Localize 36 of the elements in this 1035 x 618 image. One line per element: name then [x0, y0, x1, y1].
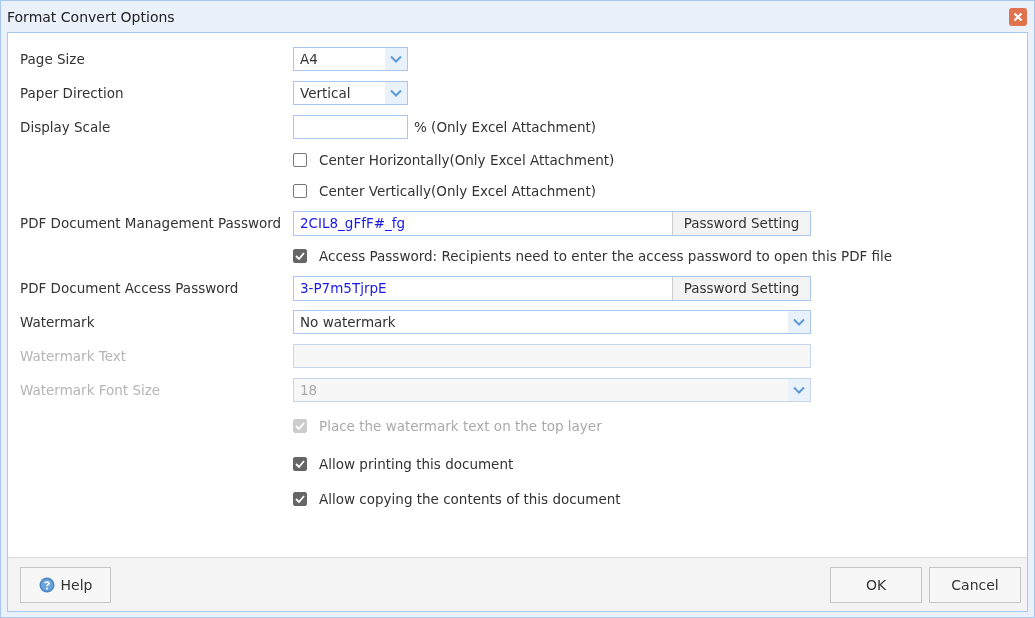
dropdown[interactable]: A4 [293, 47, 408, 71]
checkbox-label: Center Horizontally(Only Excel Attachment) [319, 151, 615, 168]
chevron-down-icon [390, 89, 402, 97]
cancel-button[interactable]: Cancel [929, 566, 1021, 603]
checkbox[interactable] [293, 491, 307, 506]
checkbox[interactable] [293, 248, 307, 263]
field-label: Watermark Font Size [20, 382, 162, 398]
checkbox[interactable] [293, 152, 307, 167]
checkbox-label: Place the watermark text on the top layer [319, 418, 602, 434]
chevron-down-icon [793, 318, 805, 326]
chevron-down-icon [390, 55, 402, 63]
checkbox-label: Allow copying the contents of this document [319, 490, 621, 507]
close-button[interactable] [1009, 7, 1027, 26]
help-icon [38, 576, 55, 593]
field-label: Paper Direction [20, 85, 125, 101]
field-label: Page Size [20, 51, 86, 67]
window-title: Format Convert Options [7, 8, 175, 25]
ok-button[interactable]: OK [830, 566, 922, 603]
field-label: PDF Document Management Password [20, 215, 283, 231]
field-label: Watermark [20, 314, 96, 330]
field-label: Watermark Text [20, 348, 128, 364]
chevron-down-icon [793, 386, 805, 394]
dropdown[interactable]: No watermark [293, 310, 811, 334]
dropdown: 18 [293, 378, 811, 402]
hint-text: % (Only Excel Attachment) [414, 119, 597, 135]
checkbox-label: Allow printing this document [319, 456, 514, 472]
checkbox[interactable] [293, 457, 307, 471]
checkbox[interactable] [293, 183, 307, 198]
field-label: Display Scale [20, 119, 112, 135]
close-icon [1013, 11, 1023, 22]
checkbox-label: Center Vertically(Only Excel Attachment) [319, 182, 596, 199]
help-button[interactable]: Help [20, 566, 111, 603]
input-field[interactable] [293, 115, 408, 139]
dropdown[interactable]: Vertical [293, 81, 408, 105]
checkbox-label: Access Password: Recipients need to enter the access password to open this PDF file [319, 247, 893, 264]
field-label: PDF Document Access Password [20, 280, 240, 296]
